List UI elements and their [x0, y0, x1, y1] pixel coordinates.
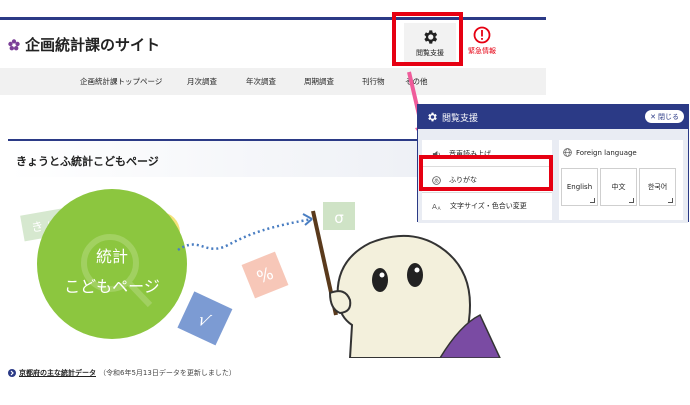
nav-item-publications[interactable]: 刊行物 — [362, 76, 385, 87]
kyoto-emblem-icon — [8, 38, 20, 50]
emergency-info-button[interactable]: 緊急情報 — [462, 26, 502, 56]
panel-title: 閲覧支援 — [442, 113, 479, 124]
panel-header: 閲覧支援 ✕ 閉じる — [418, 105, 688, 129]
kids-page-heading: きょうとふ統計こどもページ — [16, 155, 159, 168]
close-icon: ✕ — [650, 112, 656, 121]
svg-text:A: A — [432, 202, 437, 211]
language-english-button[interactable]: English — [561, 168, 598, 206]
language-korean-button[interactable]: 한국어 — [639, 168, 676, 206]
support-button-highlight-box — [392, 12, 463, 66]
language-chinese-button[interactable]: 中文 — [600, 168, 637, 206]
hero-circle-line1: 統計 — [96, 247, 128, 266]
main-statistics-link[interactable]: 京都府の主な統計データ — [19, 368, 96, 378]
svg-text:A: A — [437, 206, 441, 211]
site-title-text: 企画統計課のサイト — [25, 36, 161, 54]
update-note: （令和6年5月13日データを更新しました） — [99, 369, 236, 377]
emergency-info-label: 緊急情報 — [468, 47, 496, 55]
close-button-label: 閉じる — [658, 112, 679, 121]
foreign-language-title: Foreign language — [563, 148, 637, 157]
header-top-border — [0, 17, 546, 20]
globe-icon — [563, 148, 572, 157]
language-label: 中文 — [611, 183, 626, 191]
alert-icon — [473, 26, 491, 44]
option-text-size-color[interactable]: A A 文字サイズ・色合い変更 — [422, 194, 552, 218]
nav-item-periodic[interactable]: 周期調査 — [304, 76, 334, 87]
nav-item-top[interactable]: 企画統計課トップページ — [80, 76, 162, 87]
gear-icon — [428, 112, 437, 122]
furigana-highlight-box — [419, 155, 553, 191]
option-label: 文字サイズ・色合い変更 — [450, 202, 527, 210]
mascot — [328, 234, 501, 358]
hero-circle-line2: こどもページ — [64, 277, 160, 296]
language-label: 한국어 — [647, 183, 668, 191]
foreign-language-label: Foreign language — [576, 148, 637, 157]
nav-item-monthly[interactable]: 月次調査 — [187, 76, 217, 87]
close-button[interactable]: ✕ 閉じる — [645, 110, 684, 123]
site-title[interactable]: 企画統計課のサイト — [8, 34, 160, 55]
hero-sigma-text: σ — [334, 209, 344, 227]
text-size-icon: A A — [432, 202, 441, 211]
main-statistics-link-row: 京都府の主な統計データ （令和6年5月13日データを更新しました） — [8, 368, 236, 378]
foreign-language-box: Foreign language English 中文 한국어 — [559, 140, 683, 220]
nav-item-annual[interactable]: 年次調査 — [246, 76, 276, 87]
chevron-right-circle-icon — [8, 369, 16, 377]
language-label: English — [566, 183, 593, 191]
